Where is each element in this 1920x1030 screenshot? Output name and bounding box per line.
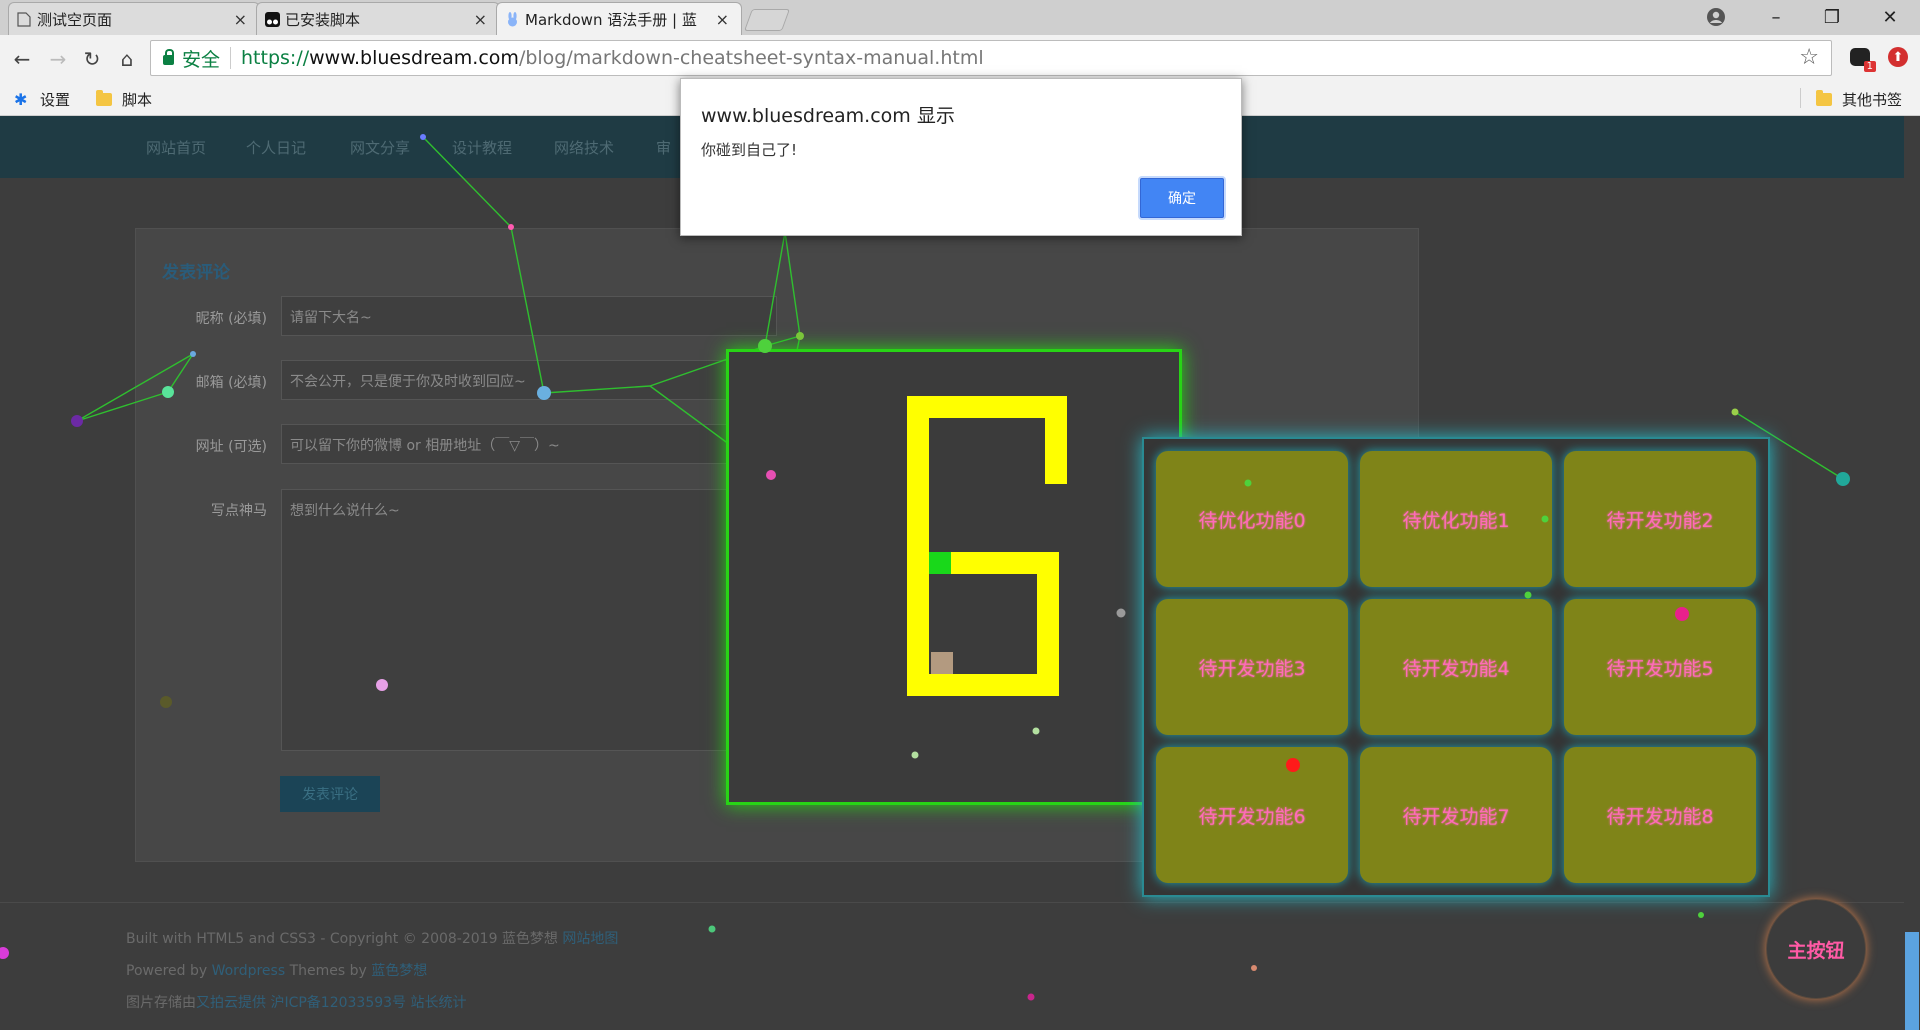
ok-button[interactable]: 确定 [1140, 178, 1224, 218]
scrollbar-thumb[interactable] [1905, 932, 1919, 1030]
dialog-message: 你碰到自己了! [701, 141, 798, 159]
main-button[interactable]: 主按钮 [1766, 899, 1866, 999]
dialog-title: www.bluesdream.com 显示 [701, 105, 955, 127]
page-scrollbar[interactable] [1904, 116, 1920, 1030]
alert-dialog: www.bluesdream.com 显示 你碰到自己了! 确定 [680, 78, 1242, 236]
